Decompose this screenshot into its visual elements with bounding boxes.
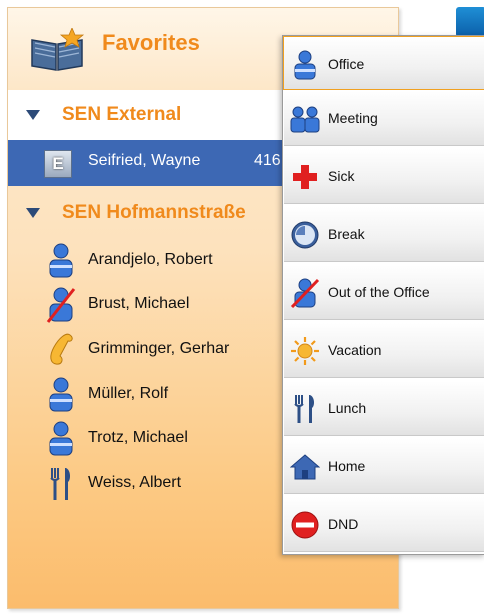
menu-item-home[interactable]: Home — [284, 439, 484, 494]
contact-name: Müller, Rolf — [88, 385, 169, 402]
menu-item-break[interactable]: Break — [284, 207, 484, 262]
menu-item-label: Meeting — [328, 110, 378, 126]
menu-item-meeting[interactable]: Meeting — [284, 91, 484, 146]
menu-item-label: Sick — [328, 168, 355, 184]
contact-name: Brust, Michael — [88, 295, 190, 312]
contact-name: Arandjelo, Robert — [88, 251, 213, 268]
office-person-icon — [49, 377, 73, 412]
menu-item-label: Office — [328, 56, 365, 72]
office-person-icon — [49, 421, 73, 456]
contact-name: Trotz, Michael — [88, 429, 188, 446]
contact-name: Grimminger, Gerhar — [88, 340, 230, 357]
office-person-icon — [49, 243, 73, 278]
collapse-triangle-icon[interactable] — [26, 208, 40, 218]
application-icon[interactable] — [456, 7, 484, 37]
sick-icon — [293, 165, 317, 189]
out-of-office-icon — [46, 287, 76, 323]
external-contact-icon: E — [44, 150, 72, 178]
contact-name: Seifried, Wayne — [88, 152, 201, 169]
out-of-office-icon — [290, 278, 320, 308]
menu-item-vacation[interactable]: Vacation — [284, 323, 484, 378]
group-name: SEN Hofmannstraße — [62, 202, 246, 223]
favorites-title: Favorites — [102, 30, 200, 55]
menu-item-out-of-the-office[interactable]: Out of the Office — [284, 265, 484, 320]
collapse-triangle-icon[interactable] — [26, 110, 40, 120]
menu-item-dnd[interactable]: DND — [284, 497, 484, 552]
favorites-book-icon — [31, 28, 85, 71]
menu-item-label: Break — [328, 226, 365, 242]
home-icon — [290, 454, 320, 480]
dnd-icon — [291, 511, 319, 539]
meeting-icon — [290, 106, 320, 133]
menu-item-sick[interactable]: Sick — [284, 149, 484, 204]
menu-item-label: Home — [328, 458, 366, 474]
menu-item-lunch[interactable]: Lunch — [284, 381, 484, 436]
lunch-icon — [50, 468, 71, 500]
contact-name: Weiss, Albert — [88, 474, 182, 491]
menu-item-label: DND — [328, 516, 359, 532]
lunch-icon — [294, 395, 315, 423]
group-name: SEN External — [62, 104, 182, 125]
break-icon — [291, 221, 319, 249]
menu-item-label: Vacation — [328, 342, 382, 358]
menu-item-office[interactable]: Office — [283, 36, 484, 90]
menu-item-label: Out of the Office — [328, 284, 430, 300]
status-menu: Office Meeting Sick Break Out of the Off… — [282, 35, 484, 555]
vacation-icon — [291, 337, 319, 365]
phone-handset-icon — [50, 333, 73, 365]
menu-item-label: Lunch — [328, 400, 367, 416]
contact-number: 416 — [254, 152, 281, 169]
office-icon — [294, 50, 316, 80]
